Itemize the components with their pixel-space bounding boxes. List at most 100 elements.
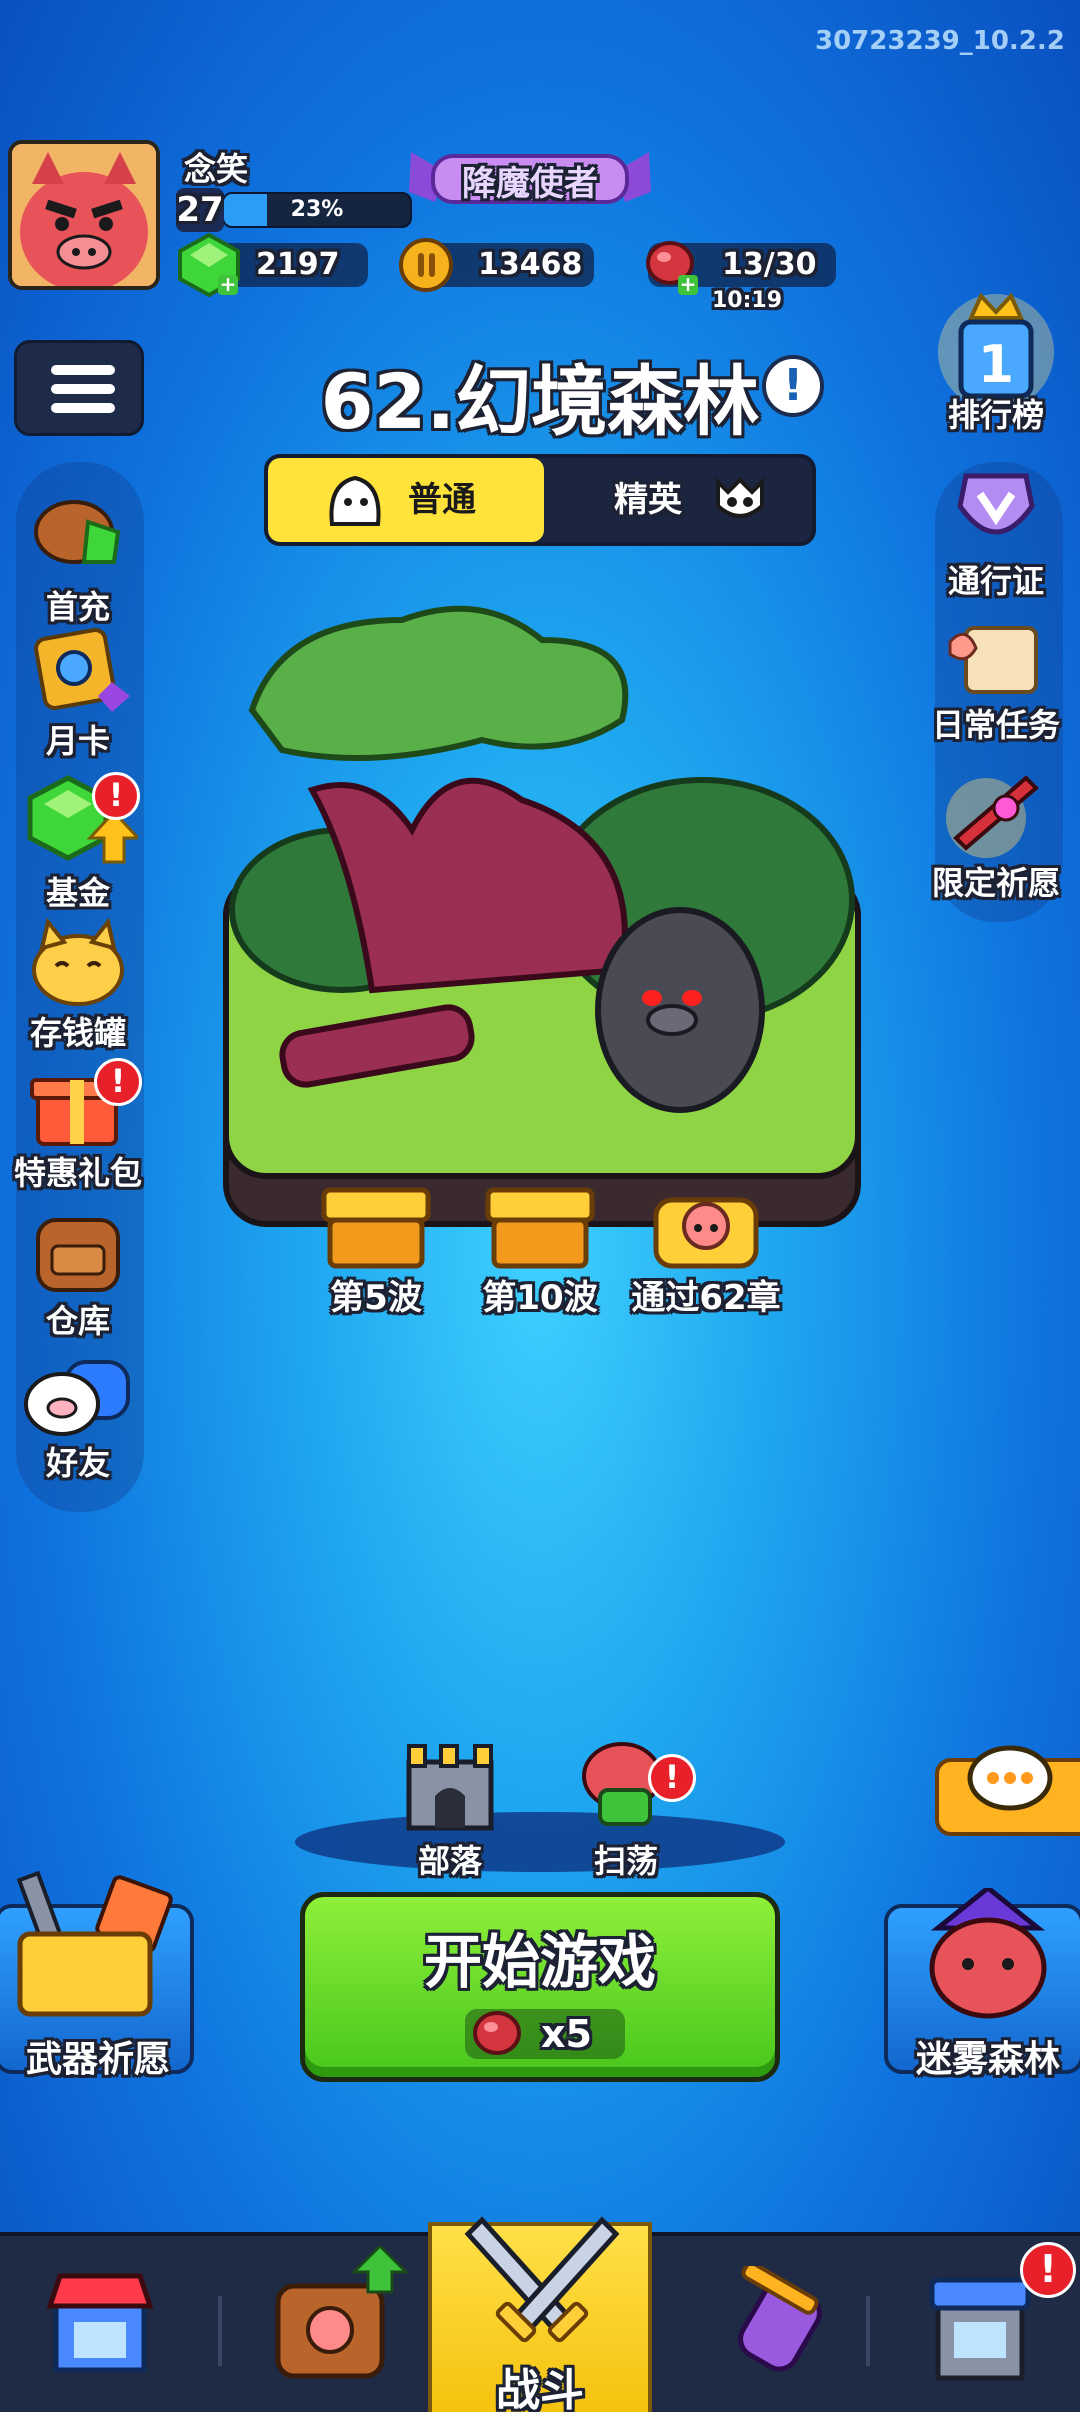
- right-menu-label: 日常任务: [931, 706, 1060, 744]
- tribe-button[interactable]: 部落: [380, 1732, 520, 1882]
- tab-normal[interactable]: 普通: [268, 458, 544, 542]
- left-menu-warehouse[interactable]: 仓库: [8, 1206, 148, 1342]
- xp-progress-bar: 23%: [222, 192, 412, 228]
- alert-badge: !: [648, 1754, 696, 1802]
- right-menu-label: 通行证: [947, 562, 1044, 600]
- start-cost-value: x5: [541, 2012, 592, 2056]
- ghost-icon: [329, 475, 381, 526]
- alert-badge: !: [92, 772, 140, 820]
- gems-counter[interactable]: + 2197: [178, 232, 368, 298]
- left-menu-friends[interactable]: 好友: [8, 1358, 148, 1484]
- left-menu-piggy-bank[interactable]: 存钱罐: [8, 917, 148, 1054]
- nav-building[interactable]: !: [880, 2236, 1080, 2412]
- stage-illustration: [222, 600, 862, 1240]
- weapon-chest-icon: [16, 1870, 173, 2017]
- sweep-label: 扫荡: [593, 1842, 658, 1880]
- action-platform: [295, 1812, 785, 1872]
- svg-text:+: +: [220, 272, 237, 296]
- weapon-wish-label: 武器祈愿: [25, 2039, 170, 2080]
- xp-percent: 23%: [290, 197, 344, 222]
- title-badge-label: 降魔使者: [462, 164, 598, 204]
- right-menu-label: 限定祈愿: [931, 864, 1060, 902]
- reward-chest-chapter-clear[interactable]: 通过62章: [616, 1180, 796, 1319]
- right-menu-limited-wish[interactable]: 限定祈愿: [926, 768, 1066, 904]
- reward-label: 第10波: [482, 1278, 598, 1318]
- nav-shop[interactable]: [0, 2236, 200, 2412]
- shield-pass-icon: [957, 473, 1035, 535]
- backpack-icon: [36, 1218, 120, 1292]
- tribe-label: 部落: [417, 1842, 482, 1880]
- player-avatar[interactable]: [8, 140, 160, 290]
- chest-icon: [321, 1187, 431, 1269]
- title-badge[interactable]: 降魔使者: [405, 142, 655, 212]
- bottom-nav: 战斗 !: [0, 2216, 1080, 2412]
- meat-icon: [473, 2011, 521, 2055]
- tab-normal-label: 普通: [408, 480, 476, 520]
- left-menu-label: 首充: [45, 588, 110, 626]
- left-menu-label: 仓库: [45, 1302, 110, 1340]
- difficulty-tabs: 普通 精英: [264, 454, 816, 546]
- meat-icon: +: [646, 241, 698, 296]
- sweep-button[interactable]: 扫荡 !: [556, 1732, 696, 1882]
- shop-icon: [46, 2273, 154, 2373]
- version-label: 30723239_10.2.2: [815, 26, 1065, 56]
- coin-icon: [399, 238, 453, 292]
- card-icon: [34, 628, 130, 712]
- hourglass-icon: [738, 2266, 822, 2372]
- right-menu-pass[interactable]: 通行证: [926, 466, 1066, 602]
- nav-battle-label: 战斗: [496, 2365, 584, 2412]
- reward-chest-wave5[interactable]: 第5波: [286, 1180, 466, 1319]
- reward-chest-wave10[interactable]: 第10波: [450, 1180, 630, 1319]
- start-cost: x5: [465, 2009, 625, 2059]
- left-menu-label: 基金: [45, 874, 110, 912]
- gems-value: 2197: [256, 247, 340, 282]
- svg-text:1: 1: [978, 335, 1014, 395]
- chat-bubble-icon: [967, 1745, 1053, 1811]
- alert-badge: !: [94, 1058, 142, 1106]
- equipment-icon: [275, 2246, 410, 2379]
- weapon-wish-button[interactable]: 武器祈愿: [0, 1870, 194, 2080]
- castle-icon: [406, 1744, 494, 1831]
- left-menu-label: 好友: [45, 1444, 110, 1482]
- friends-icon: [24, 1360, 130, 1436]
- energy-counter[interactable]: + 13/30: [646, 241, 836, 296]
- right-menu-leaderboard[interactable]: 1 排行榜: [926, 282, 1066, 436]
- start-game-label: 开始游戏: [423, 1928, 656, 1996]
- coins-value: 13468: [478, 247, 583, 282]
- gem-icon: +: [178, 232, 240, 298]
- player-name: 念笑: [184, 150, 249, 188]
- stage-title: 62.幻境森林: [320, 357, 760, 446]
- mist-forest-label: 迷雾森林: [915, 2039, 1060, 2080]
- tab-elite[interactable]: 精英: [544, 458, 812, 542]
- crossed-swords-icon: [464, 2216, 620, 2343]
- stage-info-icon[interactable]: !: [762, 355, 824, 417]
- nav-battle[interactable]: 战斗: [428, 2216, 652, 2412]
- player-level: 27: [176, 188, 224, 232]
- skull-icon: [716, 477, 764, 518]
- left-menu-first-recharge[interactable]: 首充: [8, 492, 148, 628]
- shop-building-icon: [929, 2277, 1031, 2381]
- pig-chest-icon: [653, 1197, 759, 1269]
- left-menu-label: 特惠礼包: [13, 1154, 142, 1192]
- tab-elite-label: 精英: [614, 480, 682, 520]
- chat-button[interactable]: [935, 1745, 1080, 1836]
- left-menu-monthly-card[interactable]: 月卡: [8, 626, 148, 762]
- reward-label: 通过62章: [631, 1278, 781, 1318]
- left-menu-label: 月卡: [45, 722, 110, 760]
- nav-inventory[interactable]: [230, 2236, 430, 2412]
- chest-icon: [485, 1187, 595, 1269]
- svg-text:+: +: [680, 272, 697, 296]
- right-menu-daily-tasks[interactable]: 日常任务: [926, 620, 1066, 746]
- coins-counter[interactable]: 13468: [399, 238, 594, 292]
- treasure-bag-icon: [34, 500, 121, 564]
- nav-potion[interactable]: [680, 2236, 880, 2412]
- left-menu-fund[interactable]: 基金 !: [8, 772, 148, 914]
- weapon-wish-icon: [946, 775, 1039, 858]
- alert-badge: !: [1020, 2242, 1076, 2298]
- start-game-button[interactable]: 开始游戏 x5: [300, 1892, 780, 2082]
- wizard-pig-icon: [929, 1888, 1047, 2019]
- left-menu-label: 存钱罐: [29, 1014, 126, 1052]
- scroll-icon: [948, 626, 1038, 694]
- left-menu-special-pack[interactable]: 特惠礼包 !: [8, 1058, 148, 1194]
- mist-forest-button[interactable]: 迷雾森林: [884, 1888, 1080, 2080]
